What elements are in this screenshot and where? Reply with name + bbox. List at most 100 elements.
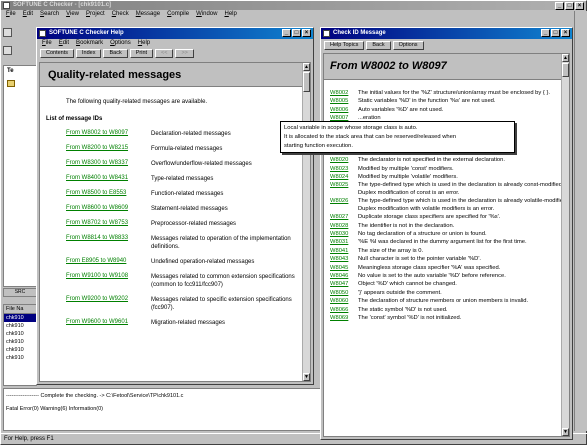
- check-message-row: W8030 No tag declaration of a structure o…: [330, 231, 569, 239]
- maximize-button[interactable]: □: [565, 2, 574, 10]
- check-close-button[interactable]: ×: [561, 29, 570, 37]
- message-range-link[interactable]: From W8702 to W8753: [66, 220, 128, 226]
- menu-edit[interactable]: Edit: [23, 10, 33, 19]
- message-id-link[interactable]: W8020: [330, 157, 348, 163]
- menu-view[interactable]: View: [66, 10, 79, 19]
- message-text: The size of the array is 0.: [358, 247, 424, 254]
- message-id-link[interactable]: W8024: [330, 174, 348, 180]
- check-scroll-down-icon[interactable]: ▼: [562, 428, 569, 436]
- message-id-link[interactable]: W8047: [330, 281, 348, 287]
- message-range-link[interactable]: From W8814 to W8833: [66, 235, 128, 241]
- back-button[interactable]: Back: [103, 49, 128, 58]
- toolbar-icon-new[interactable]: [3, 28, 12, 37]
- check-message-row: W8002 The initial values for the '%Z' str…: [330, 90, 569, 98]
- file-list-item[interactable]: chk910: [4, 338, 36, 346]
- scroll-up-icon[interactable]: ▲: [303, 63, 310, 71]
- check-options-button[interactable]: Options: [392, 41, 424, 50]
- contents-button[interactable]: Contents: [40, 49, 75, 58]
- message-id-link[interactable]: W8030: [330, 231, 348, 237]
- message-id-link[interactable]: W8023: [330, 166, 348, 172]
- toolbar-icon-open[interactable]: [3, 46, 12, 55]
- help-maximize-button[interactable]: □: [292, 29, 301, 37]
- message-range-link[interactable]: From W9600 to W9601: [66, 319, 128, 325]
- message-range-link[interactable]: From W8500 to E8553: [66, 190, 126, 196]
- check-scrollbar[interactable]: ▲ ▼: [561, 54, 569, 436]
- message-id-link[interactable]: W8025: [330, 182, 348, 188]
- help-menu-bookmark[interactable]: Bookmark: [76, 39, 103, 48]
- check-minimize-button[interactable]: _: [541, 29, 550, 37]
- file-list-item[interactable]: chk910: [4, 354, 36, 362]
- message-id-link[interactable]: W8026: [330, 198, 348, 204]
- message-id-link[interactable]: W8027: [330, 214, 348, 220]
- tree-tab[interactable]: SRC: [3, 288, 37, 297]
- file-list[interactable]: File Na chk910 chk910 chk910 chk910 chk9…: [3, 304, 37, 386]
- message-text: Object '%D' which cannot be changed.: [358, 281, 457, 288]
- output-pane[interactable]: ------------------ Complete the checking…: [3, 388, 363, 431]
- next-topic-button[interactable]: >>: [175, 49, 194, 58]
- menu-project[interactable]: Project: [86, 10, 105, 19]
- message-id-link[interactable]: W8041: [330, 248, 348, 254]
- message-id-link[interactable]: W8028: [330, 223, 348, 229]
- help-title-bar: SOFTUNE C Checker Help _ □ ×: [37, 28, 313, 39]
- message-text: Static variables '%D' in the function '%…: [358, 98, 496, 105]
- menu-message[interactable]: Message: [136, 10, 160, 19]
- help-menu-file[interactable]: File: [42, 39, 52, 48]
- message-id-link[interactable]: W8045: [330, 265, 348, 271]
- index-button[interactable]: Index: [76, 49, 102, 58]
- message-id-link[interactable]: W8050: [330, 290, 348, 296]
- check-message-list: W8002 The initial values for the '%Z' str…: [324, 80, 569, 323]
- file-list-item[interactable]: chk910: [4, 322, 36, 330]
- message-id-link[interactable]: W8006: [330, 107, 348, 113]
- message-id-link[interactable]: W8066: [330, 307, 348, 313]
- check-message-row: W8060 The declaration of structure member…: [330, 298, 569, 306]
- message-id-link[interactable]: W8043: [330, 256, 348, 262]
- message-range-link[interactable]: From W8200 to W8215: [66, 145, 128, 151]
- message-range-link[interactable]: From E8905 to W8940: [66, 258, 126, 264]
- check-scroll-thumb[interactable]: [562, 63, 569, 77]
- prev-topic-button[interactable]: <<: [155, 49, 174, 58]
- help-menu-options[interactable]: Options: [110, 39, 131, 48]
- menu-window[interactable]: Window: [196, 10, 217, 19]
- background-window-edge: [574, 11, 587, 431]
- check-scroll-up-icon[interactable]: ▲: [562, 54, 569, 62]
- help-close-button[interactable]: ×: [302, 29, 311, 37]
- file-list-item[interactable]: chk910: [4, 346, 36, 354]
- message-text: Meaningless storage class specifier '%A'…: [358, 264, 501, 271]
- help-menu-edit[interactable]: Edit: [59, 39, 69, 48]
- message-range-link[interactable]: From W8300 to W8337: [66, 160, 128, 166]
- message-range-link[interactable]: From W8600 to W8609: [66, 205, 128, 211]
- file-list-item[interactable]: chk910: [4, 314, 36, 322]
- check-maximize-button[interactable]: □: [551, 29, 560, 37]
- menu-search[interactable]: Search: [40, 10, 59, 19]
- minimize-button[interactable]: _: [555, 2, 564, 10]
- tree-root-label[interactable]: Te: [4, 66, 36, 76]
- message-range-link[interactable]: From W8002 to W8097: [66, 130, 128, 136]
- print-button[interactable]: Print: [129, 49, 154, 58]
- message-id-link[interactable]: W8002: [330, 90, 348, 96]
- help-scrollbar[interactable]: ▲ ▼: [302, 63, 310, 381]
- message-id-link[interactable]: W8060: [330, 298, 348, 304]
- message-range-link[interactable]: From W9100 to W9108: [66, 273, 128, 279]
- menu-help[interactable]: Help: [224, 10, 236, 19]
- help-menubar: File Edit Bookmark Options Help: [37, 39, 313, 48]
- menu-compile[interactable]: Compile: [167, 10, 189, 19]
- message-text: '}' appears outside the comment.: [358, 289, 442, 296]
- help-menu-help[interactable]: Help: [138, 39, 150, 48]
- help-minimize-button[interactable]: _: [282, 29, 291, 37]
- menu-check[interactable]: Check: [112, 10, 129, 19]
- message-id-row: From W8002 to W8097 Declaration-related m…: [66, 130, 310, 145]
- file-list-item[interactable]: chk910: [4, 330, 36, 338]
- scroll-down-icon[interactable]: ▼: [303, 373, 310, 381]
- close-button[interactable]: ×: [575, 2, 584, 10]
- message-id-link[interactable]: W8031: [330, 239, 348, 245]
- message-range-link[interactable]: From W9200 to W9202: [66, 296, 128, 302]
- message-id-link[interactable]: W8069: [330, 315, 348, 321]
- message-id-link[interactable]: W8046: [330, 273, 348, 279]
- help-topics-button[interactable]: Help Topics: [324, 41, 365, 50]
- message-range-link[interactable]: From W8400 to W8431: [66, 175, 128, 181]
- menu-file[interactable]: File: [6, 10, 16, 19]
- check-back-button[interactable]: Back: [366, 41, 391, 50]
- message-id-link[interactable]: W8005: [330, 98, 348, 104]
- scroll-thumb[interactable]: [303, 72, 310, 92]
- project-tree-pane[interactable]: Te: [3, 65, 37, 287]
